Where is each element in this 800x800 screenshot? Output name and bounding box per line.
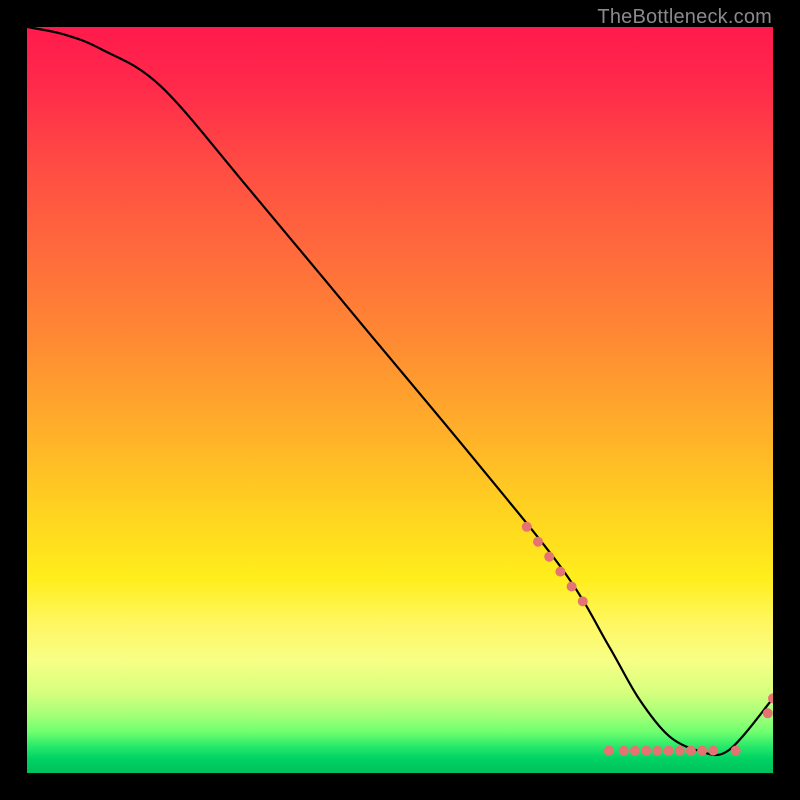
data-point — [652, 746, 662, 756]
data-point — [533, 537, 543, 547]
curve-overlay — [27, 27, 773, 773]
data-point — [567, 582, 577, 592]
data-point — [619, 746, 629, 756]
data-point — [578, 596, 588, 606]
data-point — [544, 552, 554, 562]
data-point — [763, 708, 773, 718]
data-point — [731, 746, 741, 756]
data-point — [686, 746, 696, 756]
data-point — [664, 746, 674, 756]
plot-area — [27, 27, 773, 773]
data-point — [708, 746, 718, 756]
data-point — [604, 746, 614, 756]
data-point — [555, 567, 565, 577]
chart-container: TheBottleneck.com — [0, 0, 800, 800]
data-point — [675, 746, 685, 756]
curve-line — [27, 27, 773, 755]
data-point — [522, 522, 532, 532]
curve-markers — [522, 522, 773, 756]
watermark-text: TheBottleneck.com — [597, 6, 772, 29]
data-point — [630, 746, 640, 756]
data-point — [697, 746, 707, 756]
data-point — [641, 746, 651, 756]
